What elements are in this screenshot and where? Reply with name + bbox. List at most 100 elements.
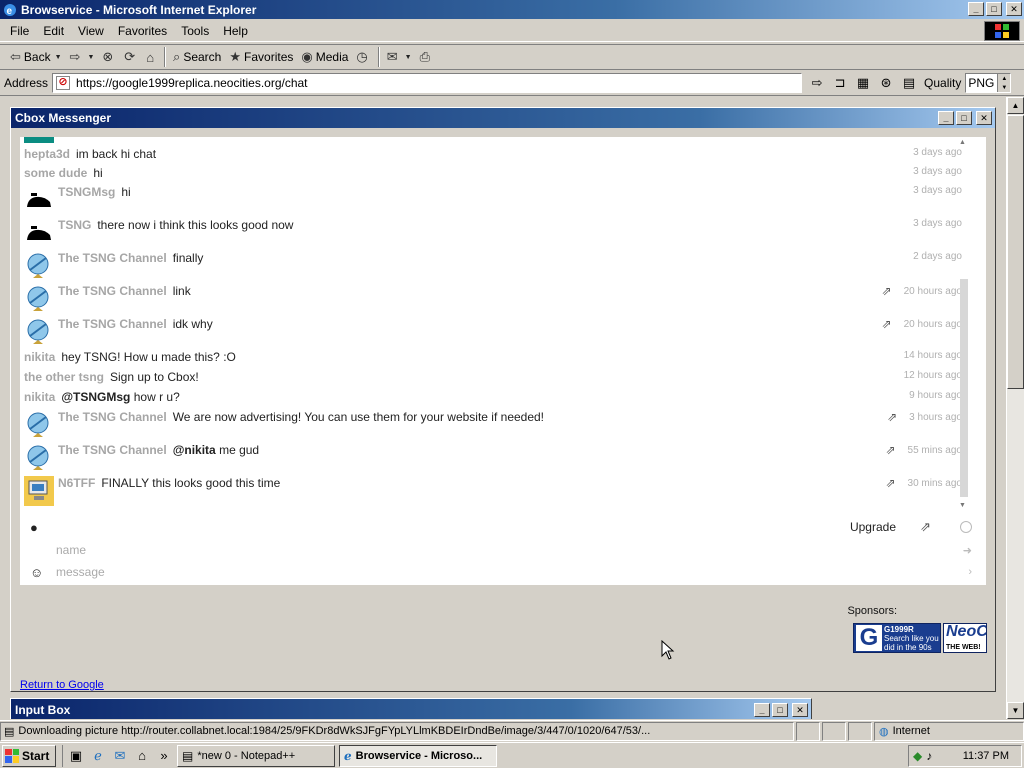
toolbar-separator xyxy=(164,47,167,67)
quality-select[interactable]: PNG ▲ ▼ xyxy=(965,73,1012,93)
minimize-button[interactable]: _ xyxy=(968,2,984,16)
message-username[interactable]: nikita xyxy=(24,350,55,364)
scroll-up-icon[interactable]: ▲ xyxy=(959,139,966,146)
scroll-down-icon[interactable]: ▼ xyxy=(1007,702,1024,719)
message-text: im back hi chat xyxy=(76,147,157,161)
share-icon[interactable]: ⇗ xyxy=(882,317,892,331)
clipboard-icon[interactable]: ▤ xyxy=(900,75,918,91)
share-icon[interactable]: ⇗ xyxy=(882,284,892,298)
chevron-right-icon[interactable]: » xyxy=(155,748,173,763)
volume-icon[interactable]: ♪ xyxy=(926,749,932,763)
explorer-icon[interactable]: ⌂ xyxy=(133,748,151,763)
start-button[interactable]: Start xyxy=(2,744,56,767)
return-to-google-link[interactable]: Return to Google xyxy=(20,679,104,691)
back-button[interactable]: ⇦ Back ▼ xyxy=(6,46,66,68)
history-button[interactable]: ◷ xyxy=(352,46,374,68)
status-circle-icon[interactable] xyxy=(960,521,972,533)
show-desktop-icon[interactable]: ▣ xyxy=(67,748,85,764)
menu-file[interactable]: File xyxy=(4,22,35,40)
message-username[interactable]: hepta3d xyxy=(24,147,70,161)
search-button[interactable]: ⌕ Search xyxy=(169,46,225,68)
input-box-title-bar[interactable]: Input Box _ □ ✕ xyxy=(10,698,812,719)
message-input[interactable]: message xyxy=(56,565,105,579)
chevron-down-icon[interactable]: ▼ xyxy=(405,54,412,61)
sponsor-google-badge[interactable]: G G1999R Search like you did in the 90s xyxy=(853,623,941,653)
page-viewport: Cbox Messenger _ □ ✕ hepta3d im back hi … xyxy=(0,97,1006,719)
ie-quicklaunch-icon[interactable]: ℯ xyxy=(89,748,107,764)
close-button[interactable]: ✕ xyxy=(792,703,808,717)
name-input[interactable]: name xyxy=(56,543,86,557)
favorites-button[interactable]: ★ Favorites xyxy=(225,46,297,68)
black-cap-icon xyxy=(24,218,54,248)
chat-message: The TSNG Channel @nikita me gud ⇗ 55 mins… xyxy=(24,443,962,473)
spinner-icon[interactable]: ▲ ▼ xyxy=(997,74,1011,92)
message-username[interactable]: some dude xyxy=(24,166,87,180)
user-icon[interactable]: ● xyxy=(30,520,50,535)
bookmark-icon[interactable]: ⊐ xyxy=(831,75,849,91)
task-browservice[interactable]: ℯ Browservice - Microso... xyxy=(339,744,497,767)
message-username[interactable]: TSNG xyxy=(58,218,91,232)
chevron-right-icon[interactable]: › xyxy=(968,566,972,578)
chat-scrollbar[interactable]: ▲ ▼ xyxy=(959,139,969,509)
menu-tools[interactable]: Tools xyxy=(175,22,215,40)
mail-button[interactable]: ✉ ▼ xyxy=(383,46,416,68)
share-icon[interactable]: ⇗ xyxy=(885,443,895,457)
cbox-title-bar[interactable]: Cbox Messenger _ □ ✕ xyxy=(11,108,995,128)
message-username[interactable]: The TSNG Channel xyxy=(58,443,167,457)
smiley-icon[interactable]: ☺ xyxy=(30,565,50,580)
scroll-up-icon[interactable]: ▲ xyxy=(1007,97,1024,114)
message-username[interactable]: the other tsng xyxy=(24,370,104,384)
message-time: 3 days ago xyxy=(913,185,962,196)
user-mention[interactable]: @TSNGMsg xyxy=(61,390,130,404)
message-username[interactable]: The TSNG Channel xyxy=(58,410,167,424)
media-button[interactable]: ◉ Media xyxy=(297,46,352,68)
menu-favorites[interactable]: Favorites xyxy=(112,22,173,40)
sign-in-icon[interactable]: ➜ xyxy=(963,544,972,557)
chat-message-list[interactable]: hepta3d im back hi chat 3 days ago some … xyxy=(20,137,972,515)
message-username[interactable]: TSNGMsg xyxy=(58,185,115,199)
refresh-button[interactable]: ⟳ xyxy=(120,46,142,68)
menu-view[interactable]: View xyxy=(72,22,110,40)
external-link-icon[interactable]: ⇗ xyxy=(920,519,931,535)
stop-button[interactable]: ⊗ xyxy=(98,46,120,68)
share-icon[interactable]: ⇗ xyxy=(885,476,895,490)
go-arrow-icon[interactable]: ⇨ xyxy=(808,75,826,91)
message-text: FINALLY this looks good this time xyxy=(101,476,281,490)
share-icon[interactable]: ⇗ xyxy=(887,410,897,424)
menu-help[interactable]: Help xyxy=(217,22,254,40)
message-username[interactable]: nikita xyxy=(24,390,55,404)
chat-scroll-thumb[interactable] xyxy=(960,279,968,497)
chevron-down-icon[interactable]: ▼ xyxy=(87,54,94,61)
outlook-icon[interactable]: ✉ xyxy=(111,748,129,764)
find-icon[interactable]: ⊛ xyxy=(877,75,895,91)
maximize-button[interactable]: □ xyxy=(986,2,1002,16)
clock[interactable]: 11:37 PM xyxy=(963,750,1009,762)
task-notepad[interactable]: ▤ *new 0 - Notepad++ xyxy=(177,744,335,767)
home-button[interactable]: ⌂ xyxy=(142,46,161,68)
menu-edit[interactable]: Edit xyxy=(37,22,70,40)
upgrade-link[interactable]: Upgrade xyxy=(850,520,896,534)
close-button[interactable]: ✕ xyxy=(976,111,992,125)
page-scroll-thumb[interactable] xyxy=(1007,115,1024,389)
chevron-down-icon[interactable]: ▼ xyxy=(55,54,62,61)
page-scrollbar[interactable]: ▲ ▼ xyxy=(1006,97,1024,719)
maximize-button[interactable]: □ xyxy=(772,703,788,717)
user-mention[interactable]: @nikita xyxy=(173,443,216,457)
sponsor-neocities-badge[interactable]: NeoC THE WEB! xyxy=(943,623,987,653)
minimize-button[interactable]: _ xyxy=(754,703,770,717)
page-tools-icon[interactable]: ▦ xyxy=(854,75,872,91)
scroll-down-icon[interactable]: ▼ xyxy=(959,502,966,509)
tray-app-icon[interactable]: ◆ xyxy=(913,749,922,763)
input-box-title: Input Box xyxy=(15,703,71,717)
message-username[interactable]: N6TFF xyxy=(58,476,95,490)
close-button[interactable]: ✕ xyxy=(1006,2,1022,16)
message-username[interactable]: The TSNG Channel xyxy=(58,251,167,265)
message-time: ⇗ 55 mins ago xyxy=(885,443,962,457)
forward-button[interactable]: ⇨ ▼ xyxy=(66,46,99,68)
minimize-button[interactable]: _ xyxy=(938,111,954,125)
message-username[interactable]: The TSNG Channel xyxy=(58,317,167,331)
message-username[interactable]: The TSNG Channel xyxy=(58,284,167,298)
print-button[interactable]: ⎙ xyxy=(416,46,437,68)
address-input[interactable]: ⊘ https://google1999replica.neocities.or… xyxy=(52,73,803,93)
maximize-button[interactable]: □ xyxy=(956,111,972,125)
